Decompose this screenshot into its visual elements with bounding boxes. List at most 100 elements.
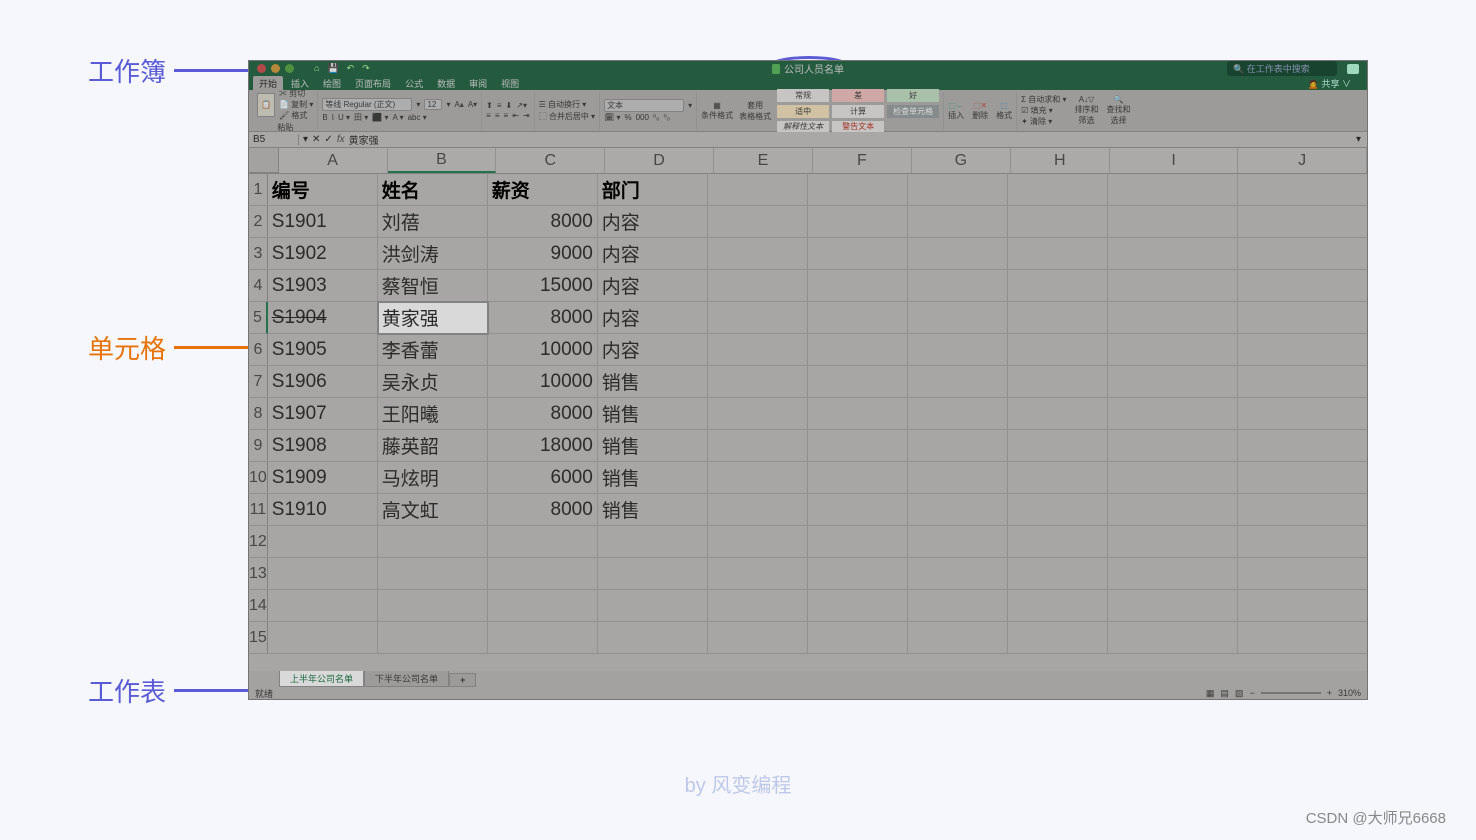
cell-J5[interactable] [1238, 302, 1367, 334]
align-left-icon[interactable]: ≡ [486, 111, 491, 120]
traffic-zoom[interactable] [285, 64, 294, 73]
sheet-tab-first[interactable]: 上半年公司名单 [279, 670, 364, 687]
row-header-1[interactable]: 1 [249, 174, 268, 206]
cell-C3[interactable]: 9000 [488, 238, 598, 270]
cell-F10[interactable] [808, 462, 908, 494]
cell-D15[interactable] [598, 622, 708, 654]
style-解释性文本[interactable]: 解释性文本 [777, 121, 829, 132]
cell-A1[interactable]: 编号 [268, 174, 378, 206]
cell-J4[interactable] [1238, 270, 1367, 302]
cell-I9[interactable] [1108, 430, 1238, 462]
cell-H10[interactable] [1008, 462, 1108, 494]
cell-I14[interactable] [1108, 590, 1238, 622]
merge-center-button[interactable]: ⬚ 合并后居中 ▾ [539, 111, 595, 122]
copy-button[interactable]: 📄 复制 ▾ [279, 99, 313, 110]
cell-G13[interactable] [908, 558, 1008, 590]
paste-icon[interactable]: 📋 [257, 93, 275, 117]
cell-I4[interactable] [1108, 270, 1238, 302]
cell-I5[interactable] [1108, 302, 1238, 334]
cell-H9[interactable] [1008, 430, 1108, 462]
cell-F2[interactable] [808, 206, 908, 238]
row-header-5[interactable]: 5 [249, 302, 268, 334]
cell-C5[interactable]: 8000 [488, 302, 598, 334]
cell-C13[interactable] [488, 558, 598, 590]
italic-button[interactable]: I [332, 113, 334, 122]
cell-C1[interactable]: 薪资 [488, 174, 598, 206]
orientation-icon[interactable]: ↗▾ [516, 101, 527, 110]
cell-H8[interactable] [1008, 398, 1108, 430]
align-mid-icon[interactable]: ≡ [497, 101, 502, 110]
cell-G7[interactable] [908, 366, 1008, 398]
font-shrink-icon[interactable]: A▾ [468, 100, 477, 109]
cell-H13[interactable] [1008, 558, 1108, 590]
cell-G9[interactable] [908, 430, 1008, 462]
search-input[interactable]: 🔍 在工作表中搜索 [1227, 61, 1337, 76]
cell-J6[interactable] [1238, 334, 1367, 366]
row-header-11[interactable]: 11 [249, 494, 268, 526]
cell-D12[interactable] [598, 526, 708, 558]
cell-H11[interactable] [1008, 494, 1108, 526]
cell-I7[interactable] [1108, 366, 1238, 398]
tab-data[interactable]: 数据 [431, 77, 461, 90]
cell-E1[interactable] [708, 174, 808, 206]
font-grow-icon[interactable]: A▴ [454, 100, 463, 109]
cell-C11[interactable]: 8000 [488, 494, 598, 526]
cell-G8[interactable] [908, 398, 1008, 430]
cell-G3[interactable] [908, 238, 1008, 270]
cell-J3[interactable] [1238, 238, 1367, 270]
cell-A12[interactable] [268, 526, 378, 558]
fx-icon[interactable]: fx [337, 134, 345, 145]
cell-F8[interactable] [808, 398, 908, 430]
cell-C9[interactable]: 18000 [488, 430, 598, 462]
cell-G1[interactable] [908, 174, 1008, 206]
cell-E9[interactable] [708, 430, 808, 462]
sheet-tab-add[interactable]: + [449, 673, 476, 687]
tab-draw[interactable]: 绘图 [317, 77, 347, 90]
cell-G6[interactable] [908, 334, 1008, 366]
row-header-9[interactable]: 9 [249, 430, 268, 462]
cell-C12[interactable] [488, 526, 598, 558]
cancel-icon[interactable]: ✕ [312, 134, 320, 145]
autosum-button[interactable]: Σ 自动求和 ▾ [1021, 94, 1066, 105]
cell-E14[interactable] [708, 590, 808, 622]
cell-F3[interactable] [808, 238, 908, 270]
name-box[interactable]: B5 [249, 134, 299, 145]
cond-format-button[interactable]: ▦条件格式 [701, 101, 733, 121]
cell-B1[interactable]: 姓名 [378, 174, 488, 206]
cell-F13[interactable] [808, 558, 908, 590]
cell-E6[interactable] [708, 334, 808, 366]
col-header-I[interactable]: I [1110, 148, 1239, 173]
formula-content[interactable]: 黄家强 [349, 132, 379, 147]
border-button[interactable]: 田 ▾ [354, 112, 368, 123]
cell-G4[interactable] [908, 270, 1008, 302]
cell-C14[interactable] [488, 590, 598, 622]
style-差[interactable]: 差 [832, 89, 884, 102]
spreadsheet-grid[interactable]: ABCDEFGHIJ 123456789101112131415 编号姓名薪资部… [249, 148, 1367, 671]
formula-expand-icon[interactable]: ▾ [1356, 134, 1361, 145]
cell-J8[interactable] [1238, 398, 1367, 430]
cell-G5[interactable] [908, 302, 1008, 334]
cell-I11[interactable] [1108, 494, 1238, 526]
cell-B2[interactable]: 刘蓓 [378, 206, 488, 238]
currency-button[interactable]: 🗓 ▾ [604, 113, 620, 122]
row-header-12[interactable]: 12 [249, 526, 268, 558]
cell-A3[interactable]: S1902 [268, 238, 378, 270]
cell-E2[interactable] [708, 206, 808, 238]
cell-E15[interactable] [708, 622, 808, 654]
cell-A4[interactable]: S1903 [268, 270, 378, 302]
cell-B11[interactable]: 高文虹 [378, 494, 488, 526]
cell-D3[interactable]: 内容 [598, 238, 708, 270]
cell-B6[interactable]: 李香蕾 [378, 334, 488, 366]
col-header-G[interactable]: G [912, 148, 1011, 173]
align-right-icon[interactable]: ≡ [504, 111, 509, 120]
cell-F12[interactable] [808, 526, 908, 558]
row-header-3[interactable]: 3 [249, 238, 268, 270]
cell-C10[interactable]: 6000 [488, 462, 598, 494]
cell-C2[interactable]: 8000 [488, 206, 598, 238]
cell-I6[interactable] [1108, 334, 1238, 366]
cell-F5[interactable] [808, 302, 908, 334]
cell-E10[interactable] [708, 462, 808, 494]
style-检查单元格[interactable]: 检查单元格 [887, 105, 939, 118]
cell-G12[interactable] [908, 526, 1008, 558]
cell-B10[interactable]: 马炫明 [378, 462, 488, 494]
